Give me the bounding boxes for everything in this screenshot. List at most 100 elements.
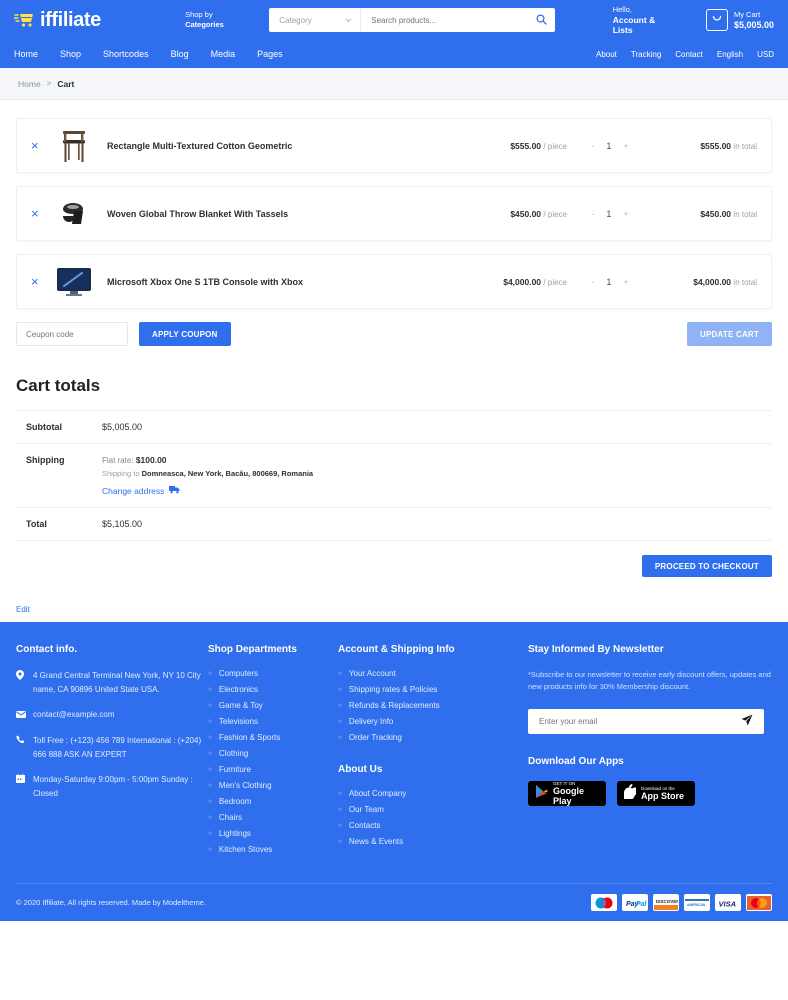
account-info-link[interactable]: » Refunds & Replacements — [338, 701, 528, 710]
account-info-link[interactable]: » Delivery Info — [338, 717, 528, 726]
change-address-link[interactable]: Change address — [102, 485, 180, 496]
chevron-right-icon: » — [208, 766, 212, 773]
quantity-decrease-button[interactable]: - — [591, 141, 594, 151]
account-hello: Hello, — [612, 5, 632, 14]
totals-row-total: Total $5,105.00 — [16, 507, 772, 541]
department-link[interactable]: » Electronics — [208, 685, 338, 694]
footer-departments-column: Shop Departments » Computers » Electronics… — [208, 644, 338, 861]
main-navigation: Home Shop Shortcodes Blog Media Pages — [14, 49, 283, 59]
nav-item-shortcodes[interactable]: Shortcodes — [103, 49, 149, 59]
contact-heading: Contact info. — [16, 644, 78, 655]
apply-coupon-button[interactable]: APPLY COUPON — [139, 322, 231, 346]
about-link[interactable]: » Our Team — [338, 805, 528, 814]
account-info-link[interactable]: » Shipping rates & Policies — [338, 685, 528, 694]
search-category-select[interactable]: Category — [269, 8, 362, 32]
remove-item-button[interactable]: × — [31, 206, 53, 221]
cart-summary[interactable]: My Cart $5,005.00 — [705, 9, 774, 31]
nav-item-contact[interactable]: Contact — [675, 50, 703, 59]
coupon-code-input[interactable] — [16, 322, 128, 346]
search-category-label: Category — [279, 15, 312, 25]
quantity-value: 1 — [606, 140, 612, 151]
nav-item-home[interactable]: Home — [14, 49, 38, 59]
quantity-increase-button[interactable]: + — [623, 209, 628, 219]
contact-email-row: contact@example.com — [16, 708, 208, 723]
product-unit-price: $555.00 / piece — [510, 140, 567, 151]
quantity-increase-button[interactable]: + — [623, 141, 628, 151]
nav-item-blog[interactable]: Blog — [171, 49, 189, 59]
nav-item-shop[interactable]: Shop — [60, 49, 81, 59]
payment-methods: Pay Pal DISCOVER AMERICAN VISA — [591, 894, 772, 911]
chevron-right-icon: » — [338, 734, 342, 741]
remove-item-button[interactable]: × — [31, 274, 53, 289]
breadcrumb-home[interactable]: Home — [18, 79, 41, 89]
department-link[interactable]: » Furniture — [208, 765, 338, 774]
account-info-link[interactable]: » Order Tracking — [338, 733, 528, 742]
newsletter-submit-button[interactable] — [741, 714, 753, 729]
department-link[interactable]: » Bedroom — [208, 797, 338, 806]
list-item: » Clothing — [208, 749, 338, 758]
department-link[interactable]: » Fashion & Sports — [208, 733, 338, 742]
department-link[interactable]: » Chairs — [208, 813, 338, 822]
xbox-console-image[interactable] — [53, 261, 95, 303]
nav-item-pages[interactable]: Pages — [257, 49, 283, 59]
about-link[interactable]: » About Company — [338, 789, 528, 798]
contact-email[interactable]: contact@example.com — [33, 708, 115, 723]
footer-columns: Contact info. 4 Grand Central Terminal N… — [16, 644, 772, 861]
quantity-increase-button[interactable]: + — [623, 277, 628, 287]
nav-item-about[interactable]: About — [596, 50, 617, 59]
site-logo[interactable]: iffiliate — [13, 10, 185, 30]
footer-bottom-bar: © 2020 Iffiliate, All rights reserved. M… — [16, 883, 772, 921]
shop-by-categories-button[interactable]: Shop by Categories — [185, 10, 263, 30]
svg-text:VISA: VISA — [719, 899, 737, 908]
department-link[interactable]: » Clothing — [208, 749, 338, 758]
list-item: » Order Tracking — [338, 733, 528, 742]
product-unit-price: $4,000.00 / piece — [503, 276, 567, 287]
search-input[interactable] — [361, 15, 529, 25]
contact-phone: Toll Free : (+123) 456 789 International… — [33, 736, 202, 759]
about-link[interactable]: » Contacts — [338, 821, 528, 830]
line-total-label: in total — [733, 209, 757, 219]
list-item: » Chairs — [208, 813, 338, 822]
quantity-decrease-button[interactable]: - — [591, 277, 594, 287]
nav-item-tracking[interactable]: Tracking — [631, 50, 661, 59]
newsletter-email-input[interactable] — [539, 717, 741, 726]
account-label: Account & Lists — [612, 15, 656, 35]
search-button[interactable] — [529, 8, 555, 32]
total-value: $5,105.00 — [102, 519, 143, 529]
shipping-address: Domneasca, New York, Bacău, 800669, Roma… — [141, 469, 314, 478]
edit-link[interactable]: Edit — [0, 577, 788, 622]
update-cart-button[interactable]: UPDATE CART — [687, 322, 772, 346]
language-selector[interactable]: English — [717, 50, 743, 59]
list-item: » Our Team — [338, 805, 528, 814]
department-link[interactable]: » Men's Clothing — [208, 781, 338, 790]
departments-list: » Computers » Electronics » Game & Toy » Tel… — [208, 669, 338, 854]
proceed-to-checkout-button[interactable]: PROCEED TO CHECKOUT — [641, 555, 772, 577]
app-store-button[interactable]: Download on the App Store — [617, 781, 695, 806]
nav-item-media[interactable]: Media — [211, 49, 236, 59]
department-link[interactable]: » Lightings — [208, 829, 338, 838]
department-link[interactable]: » Televisions — [208, 717, 338, 726]
cart-amount: $5,005.00 — [733, 20, 774, 30]
throw-blanket-image[interactable] — [53, 193, 95, 235]
contact-address-row: 4 Grand Central Terminal New York, NY 10… — [16, 669, 208, 697]
account-menu[interactable]: Hello, Account & Lists — [613, 5, 676, 35]
department-link[interactable]: » Game & Toy — [208, 701, 338, 710]
list-item: » Fashion & Sports — [208, 733, 338, 742]
flat-rate-prefix: Flat rate: — [102, 456, 134, 465]
header-top-bar: iffiliate Shop by Categories Category Se… — [0, 0, 788, 40]
google-play-button[interactable]: GET IT ON Google Play — [528, 781, 606, 806]
wooden-chair-image[interactable] — [53, 125, 95, 167]
product-name[interactable]: Rectangle Multi-Textured Cotton Geometri… — [107, 141, 457, 151]
remove-item-button[interactable]: × — [31, 138, 53, 153]
product-name[interactable]: Microsoft Xbox One S 1TB Console with Xb… — [107, 277, 457, 287]
currency-selector[interactable]: USD — [757, 50, 774, 59]
product-name[interactable]: Woven Global Throw Blanket With Tassels — [107, 209, 457, 219]
list-item: » Shipping rates & Policies — [338, 685, 528, 694]
department-link[interactable]: » Kitchen Stoves — [208, 845, 338, 854]
department-link[interactable]: » Computers — [208, 669, 338, 678]
about-link[interactable]: » News & Events — [338, 837, 528, 846]
footer-account-column: Account & Shipping Info » Your Account » S… — [338, 644, 528, 861]
chevron-right-icon: » — [208, 670, 212, 677]
quantity-decrease-button[interactable]: - — [591, 209, 594, 219]
account-info-link[interactable]: » Your Account — [338, 669, 528, 678]
